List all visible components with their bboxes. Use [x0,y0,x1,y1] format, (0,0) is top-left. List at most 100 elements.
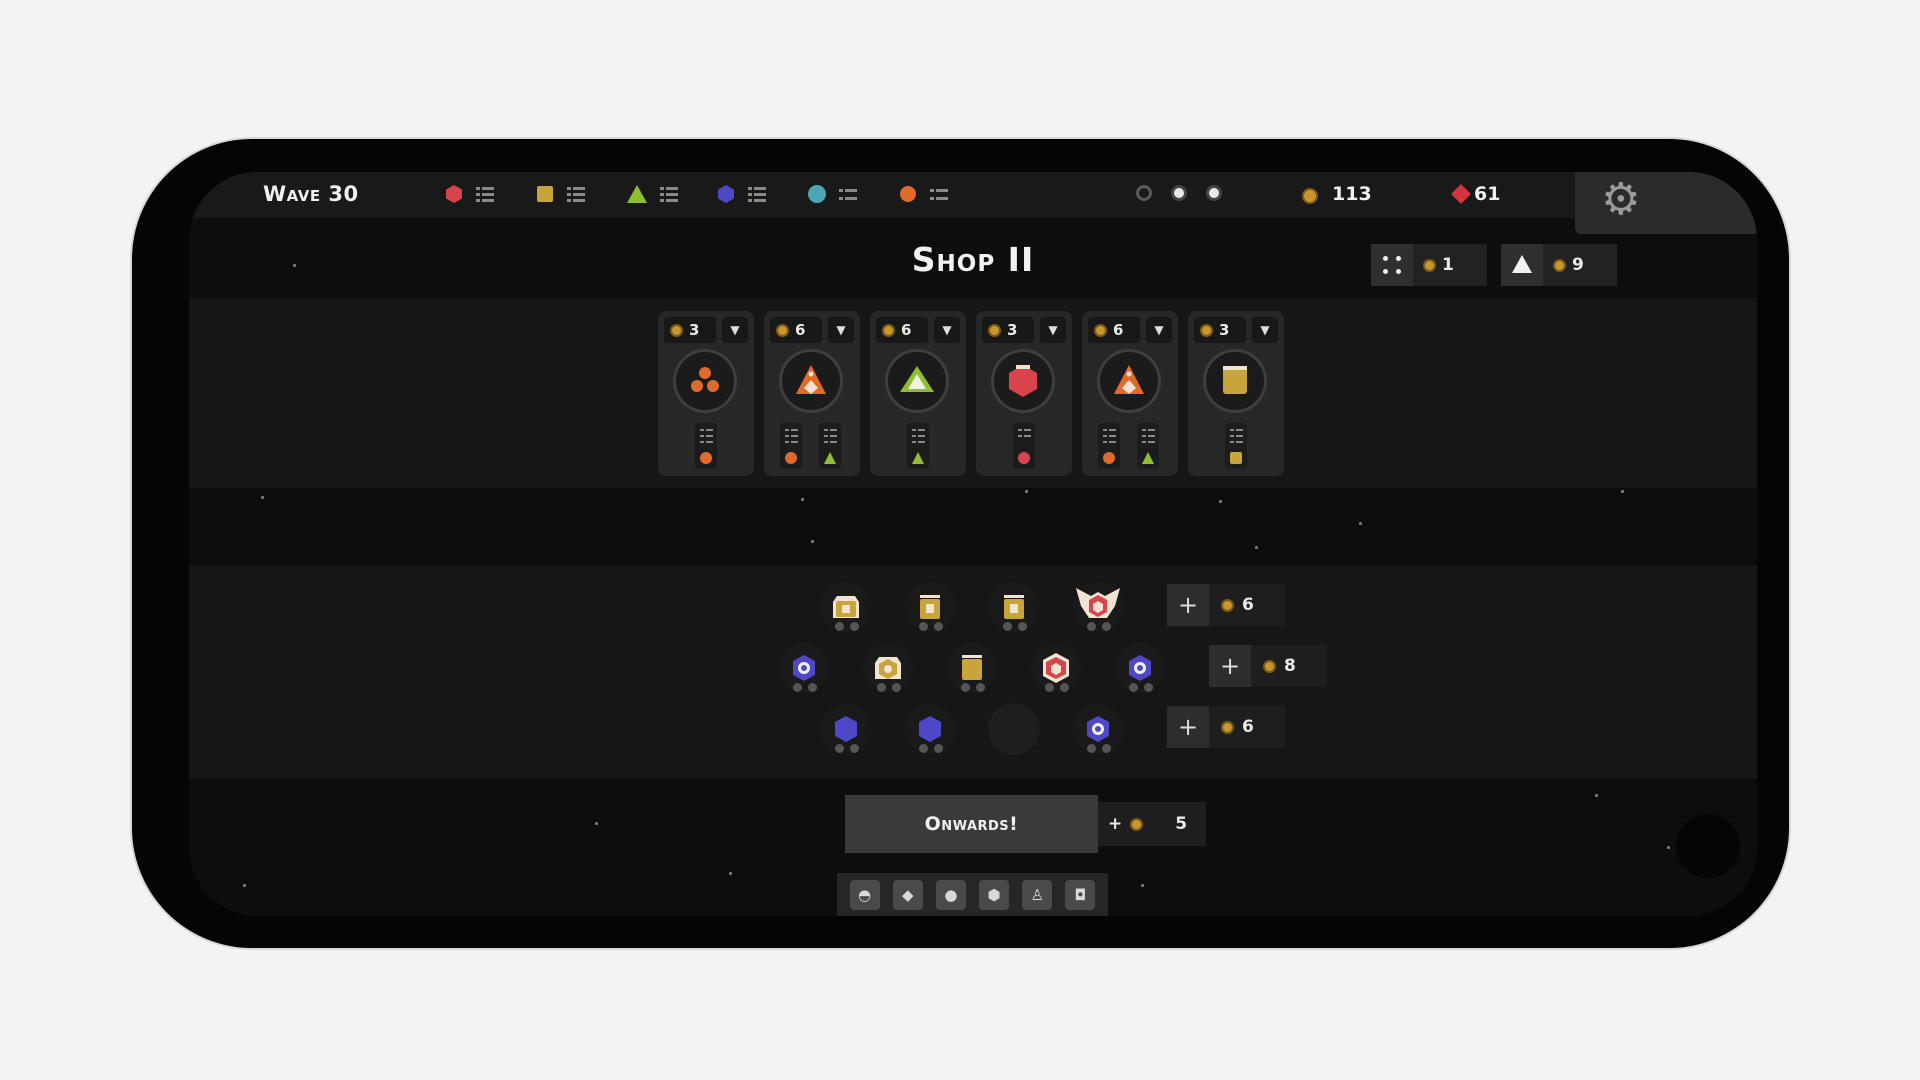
sword-tool-icon[interactable]: ◆ [892,879,923,910]
formation-unit[interactable] [947,643,997,693]
star [801,498,804,501]
coin-icon [670,323,683,337]
star [261,496,264,499]
resource-red[interactable] [444,184,494,204]
chevron-down-icon[interactable]: ▼ [828,317,854,343]
chevron-down-icon[interactable]: ▼ [1252,317,1278,343]
unit-stats [819,423,841,469]
settings-button[interactable]: ⚙ [1575,172,1757,234]
plus-sign: + [1108,814,1123,834]
flask-tool-icon[interactable]: ♙ [1022,879,1053,910]
star [1025,490,1028,493]
unit-yellow-square [1203,349,1267,413]
formation-unit[interactable] [1073,704,1123,754]
unit-stats [907,423,929,469]
shop-band [189,298,1757,488]
plus-icon: + [1209,645,1251,687]
shop-card[interactable]: 3 ▼ [976,311,1072,476]
shop-card[interactable]: 6 ▼ [764,311,860,476]
hex-tool-icon[interactable]: ⬢ [979,879,1010,910]
star [595,822,598,825]
formation-unit[interactable] [1115,643,1165,693]
drop-tool-icon[interactable]: ● [935,879,966,910]
resource-green[interactable] [626,184,678,204]
resource-blue[interactable] [716,184,766,204]
coin-icon [1221,720,1234,734]
chevron-down-icon[interactable]: ▼ [934,317,960,343]
formation-unit[interactable] [821,704,871,754]
formation-unit[interactable] [989,582,1039,632]
formation-unit[interactable] [863,643,913,693]
resource-yellow[interactable] [535,184,585,204]
resource-teal[interactable] [807,184,857,204]
unit-stats [1098,423,1120,469]
list-icon [476,185,494,203]
banner-tool-icon[interactable]: ◘ [1065,879,1096,910]
unit-green-triangle [885,349,949,413]
formation-unit[interactable] [1073,582,1123,632]
wave-counter: Wave 30 [263,182,359,206]
top-hud: Wave 30 113 61 [189,172,1757,218]
add-unit-row-2[interactable]: + 8 [1209,645,1327,687]
upgrade-shop-button[interactable]: 9 [1501,244,1617,286]
shop-card[interactable]: 6 ▼ [1082,311,1178,476]
ability-toolbar: ◓ ◆ ● ⬢ ♙ ◘ [837,873,1108,916]
unit-stats [695,423,717,469]
card-cost: 3 [689,321,700,339]
star [243,884,246,887]
shop-card[interactable]: 3 ▼ [658,311,754,476]
formation-unit[interactable] [779,643,829,693]
shop-card[interactable]: 6 ▼ [870,311,966,476]
row-cost: 8 [1284,656,1296,676]
unit-red-hexagon [991,349,1055,413]
star [1621,490,1624,493]
coin-icon [1553,258,1566,272]
coin-icon [882,323,895,337]
shield-tool-icon[interactable]: ◓ [849,879,880,910]
star [729,872,732,875]
star [1595,794,1598,797]
resource-orange[interactable] [898,184,948,204]
add-unit-row-3[interactable]: + 6 [1167,706,1285,748]
card-cost: 6 [1113,321,1124,339]
green-triangle-icon [627,185,647,203]
gem-icon [1451,184,1471,204]
unit-stats [1225,423,1247,469]
coin-icon [1263,659,1276,673]
game-screen: Wave 30 113 61 ⚙ Shop II 1 9 3 ▼ 6 ▼ 6 ▼… [189,172,1757,916]
gem-count: 61 [1474,183,1501,205]
add-unit-row-1[interactable]: + 6 [1167,584,1285,626]
unit-stats [1013,423,1035,469]
chevron-down-icon[interactable]: ▼ [1146,317,1172,343]
red-hexagon-icon [446,185,462,203]
chevron-down-icon[interactable]: ▼ [722,317,748,343]
list-icon [839,185,857,203]
unit-orange-pyramid [779,349,843,413]
coin-icon [776,323,789,337]
card-cost: 6 [795,321,806,339]
list-icon [748,185,766,203]
coin-icon [988,323,1001,337]
coin-icon [1094,323,1107,337]
coin-icon [1302,188,1318,204]
plus-icon: + [1167,584,1209,626]
bonus-value: 5 [1175,814,1188,834]
shop-card[interactable]: 3 ▼ [1188,311,1284,476]
list-icon [567,185,585,203]
formation-unit[interactable] [821,582,871,632]
onwards-button[interactable]: Onwards! [845,795,1098,853]
dice-icon [1371,244,1413,286]
reroll-cost: 1 [1442,255,1454,275]
chevron-down-icon[interactable]: ▼ [1040,317,1066,343]
formation-unit[interactable] [905,582,955,632]
list-icon [930,185,948,203]
formation-unit[interactable] [905,704,955,754]
empty-slot[interactable] [988,703,1040,755]
star [1667,846,1670,849]
star [1141,884,1144,887]
card-cost: 6 [901,321,912,339]
star [811,540,814,543]
reroll-button[interactable]: 1 [1371,244,1487,286]
list-icon [660,185,678,203]
formation-unit[interactable] [1031,643,1081,693]
